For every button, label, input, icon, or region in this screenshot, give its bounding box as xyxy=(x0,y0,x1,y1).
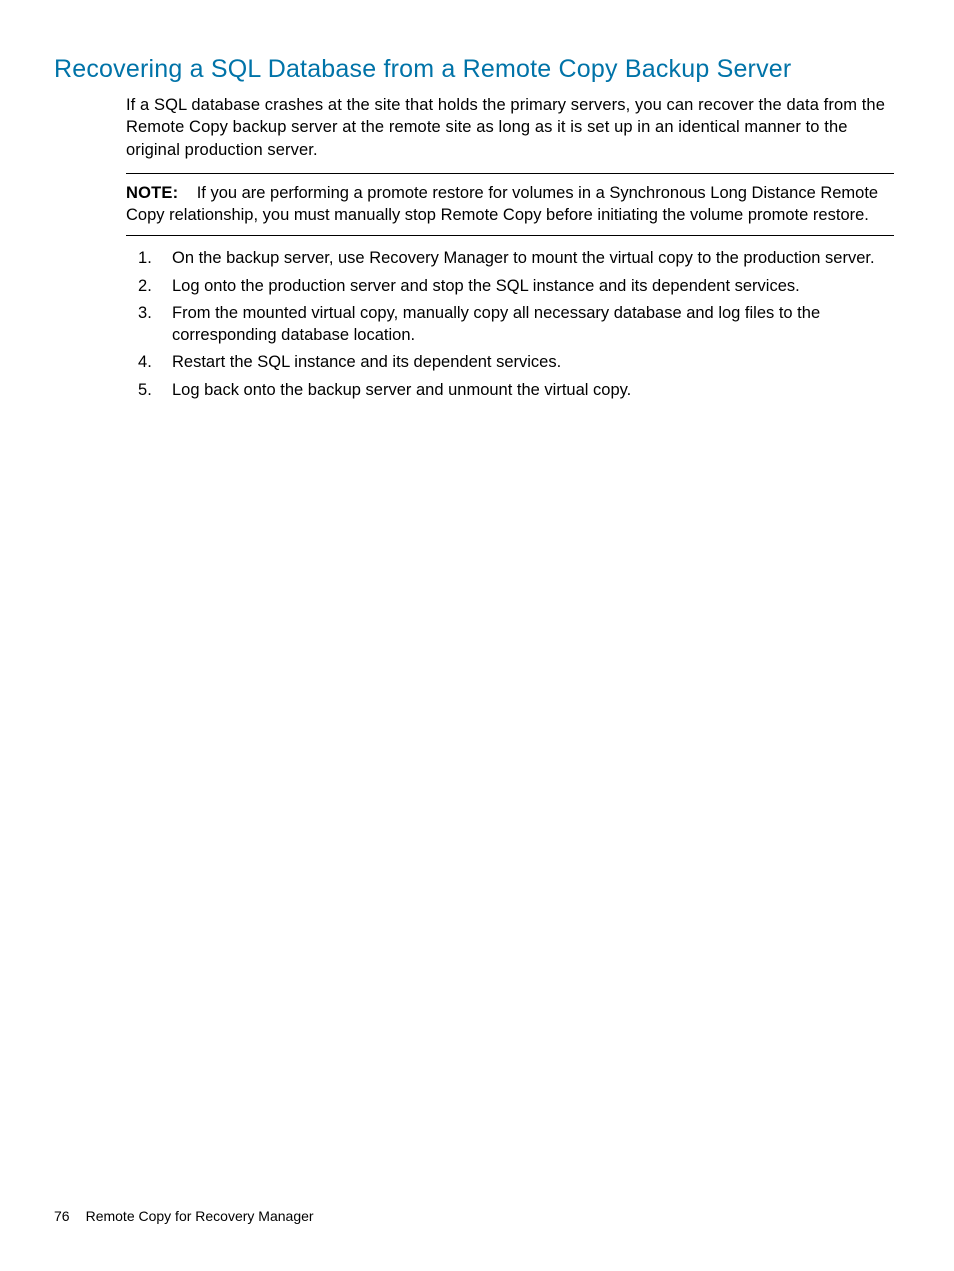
step-item: On the backup server, use Recovery Manag… xyxy=(126,247,894,269)
section-heading: Recovering a SQL Database from a Remote … xyxy=(54,55,894,84)
step-item: Log back onto the backup server and unmo… xyxy=(126,379,894,401)
step-item: Restart the SQL instance and its depende… xyxy=(126,351,894,373)
step-item: From the mounted virtual copy, manually … xyxy=(126,302,894,347)
page-content: Recovering a SQL Database from a Remote … xyxy=(0,0,954,401)
page-footer: 76 Remote Copy for Recovery Manager xyxy=(54,1208,314,1224)
intro-paragraph: If a SQL database crashes at the site th… xyxy=(126,94,894,161)
note-box: NOTE: If you are performing a promote re… xyxy=(126,173,894,237)
footer-section: Remote Copy for Recovery Manager xyxy=(86,1208,314,1224)
steps-list: On the backup server, use Recovery Manag… xyxy=(126,247,894,401)
note-text: If you are performing a promote restore … xyxy=(126,184,878,224)
note-label: NOTE: xyxy=(126,184,178,202)
step-item: Log onto the production server and stop … xyxy=(126,275,894,297)
note-body: NOTE: If you are performing a promote re… xyxy=(126,182,894,227)
page-number: 76 xyxy=(54,1208,70,1224)
